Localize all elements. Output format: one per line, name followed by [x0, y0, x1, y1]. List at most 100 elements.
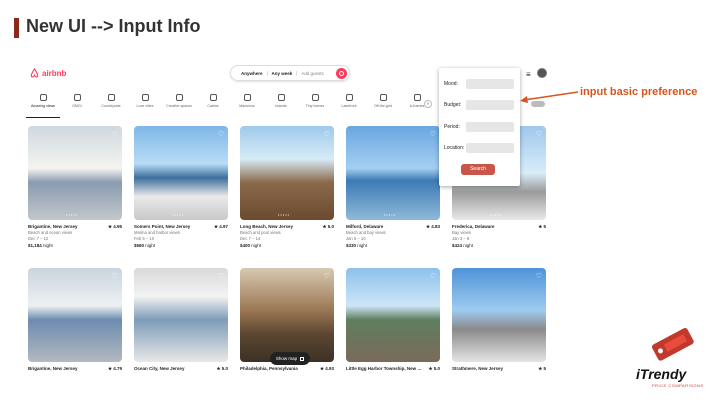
listing-rating: ★ 5.0: [428, 366, 440, 371]
heart-icon[interactable]: ♡: [218, 272, 224, 280]
listing-rating: ★ 5.0: [322, 224, 334, 229]
annotation-label: input basic preference: [580, 86, 698, 98]
mood-input[interactable]: [466, 79, 514, 89]
lakefront-icon: [345, 94, 353, 101]
listing-photo[interactable]: ♡: [28, 268, 122, 362]
title-accent-bar: [14, 18, 19, 38]
airbnb-logo[interactable]: airbnb: [30, 68, 66, 78]
heart-icon[interactable]: ♡: [324, 130, 330, 138]
listing-photo[interactable]: ♡ •••••: [134, 126, 228, 220]
listing-rating: ★ 5.0: [216, 366, 228, 371]
popup-search-button[interactable]: Search: [461, 164, 495, 175]
amazing-views-icon: [39, 94, 47, 101]
listing-card[interactable]: ♡ Ocean City, New Jersey ★ 5.0: [134, 268, 228, 372]
heart-icon[interactable]: ♡: [112, 130, 118, 138]
listing-price-unit: night: [357, 243, 368, 248]
carousel-dots: •••••: [490, 212, 503, 217]
mood-label: Mood:: [444, 81, 458, 87]
category-cabins[interactable]: Cabins: [196, 94, 230, 118]
listing-rating: ★ 5: [538, 366, 546, 371]
countryside-icon: [107, 94, 115, 101]
heart-icon[interactable]: ♡: [536, 272, 542, 280]
listing-photo[interactable]: ♡: [452, 268, 546, 362]
a-frames-icon: [413, 94, 421, 101]
listing-dates: Jan 5 – 10: [346, 236, 366, 241]
category-islands[interactable]: Islands: [264, 94, 298, 118]
itrendy-brand-name: iTrendy: [636, 366, 687, 382]
airbnb-logo-icon: [30, 68, 39, 78]
listing-photo[interactable]: ♡: [134, 268, 228, 362]
chevron-right-icon[interactable]: ›: [424, 100, 432, 108]
omg-icon: [73, 94, 81, 101]
listing-price-unit: night: [43, 243, 53, 248]
menu-icon[interactable]: ≡: [526, 70, 531, 79]
budget-label: Budget:: [444, 102, 462, 108]
show-map-button[interactable]: Show map: [270, 352, 310, 365]
annotation-arrow-icon: [520, 91, 579, 103]
category-creative-spaces[interactable]: Creative spaces: [162, 94, 196, 118]
airbnb-logo-text: airbnb: [42, 68, 67, 78]
category-amazing-views[interactable]: Amazing views: [26, 94, 60, 118]
category-lakefront[interactable]: Lakefront: [332, 94, 366, 118]
listing-dates: Dec 7 – 12: [28, 236, 49, 241]
listing-title: Ocean City, New Jersey: [134, 366, 185, 371]
listing-photo[interactable]: ♡ •••••: [346, 126, 440, 220]
location-input[interactable]: [466, 143, 514, 153]
slide-title: New UI --> Input Info: [26, 16, 201, 36]
heart-icon[interactable]: ♡: [430, 130, 436, 138]
listing-card[interactable]: ♡ Brigantine, New Jersey ★ 4.79: [28, 268, 122, 372]
listing-card[interactable]: ♡ Little Egg Harbor Township, New ... ★ 5…: [346, 268, 440, 372]
search-add-guests[interactable]: Add guests: [297, 71, 328, 76]
listing-card[interactable]: ♡ Strathmere, New Jersey ★ 5: [452, 268, 546, 372]
listing-photo[interactable]: ♡: [240, 268, 334, 362]
carousel-dots: •••••: [384, 212, 397, 217]
heart-icon[interactable]: ♡: [324, 272, 330, 280]
cabins-icon: [209, 94, 217, 101]
category-omg[interactable]: OMG!: [60, 94, 94, 118]
listing-photo[interactable]: ♡: [346, 268, 440, 362]
listing-title: Brigantine, New Jersey: [28, 366, 78, 371]
listing-price-unit: night: [463, 243, 474, 248]
heart-icon[interactable]: ♡: [430, 272, 436, 280]
listing-price: $400: [240, 243, 251, 248]
listing-photo[interactable]: ♡ •••••: [240, 126, 334, 220]
preference-popup: Mood: Budget: Period: Location: Search: [439, 68, 520, 186]
search-icon[interactable]: [336, 68, 347, 79]
heart-icon[interactable]: ♡: [218, 130, 224, 138]
listing-price-unit: night: [145, 243, 156, 248]
listing-card[interactable]: ♡ ••••• Milford, Delaware ★ 4.83 Beach and…: [346, 126, 440, 248]
listing-card[interactable]: ♡ ••••• Long Beach, New Jersey ★ 5.0 Beach…: [240, 126, 334, 248]
heart-icon[interactable]: ♡: [112, 272, 118, 280]
category-tiny-homes[interactable]: Tiny homes: [298, 94, 332, 118]
listing-price: $424: [452, 243, 463, 248]
heart-icon[interactable]: ♡: [536, 130, 542, 138]
category-off-the-grid[interactable]: Off-the-grid: [366, 94, 400, 118]
map-icon: [300, 356, 305, 361]
category-countryside[interactable]: Countryside: [94, 94, 128, 118]
listing-price: $560: [134, 243, 145, 248]
category-mansions[interactable]: Mansions: [230, 94, 264, 118]
search-any-week[interactable]: Any week: [268, 70, 298, 76]
listing-rating: ★ 4.93: [319, 366, 334, 371]
listing-photo[interactable]: ♡ •••••: [28, 126, 122, 220]
user-avatar-icon[interactable]: [537, 68, 547, 78]
listing-dates: Jan 3 – 8: [452, 236, 470, 241]
budget-input[interactable]: [466, 100, 514, 110]
tiny-homes-icon: [311, 94, 319, 101]
islands-icon: [277, 94, 285, 101]
carousel-dots: •••••: [66, 212, 79, 217]
period-input[interactable]: [466, 122, 514, 132]
listing-price: $1,184: [28, 243, 42, 248]
listing-card[interactable]: ♡ ••••• Brigantine, New Jersey ★ 4.95 Beac…: [28, 126, 122, 248]
listing-rating: ★ 4.83: [425, 224, 440, 229]
search-anywhere[interactable]: Anywhere: [237, 70, 268, 76]
location-label: Location:: [444, 145, 465, 151]
carousel-dots: •••••: [172, 212, 185, 217]
listing-card[interactable]: ♡ ••••• Somers Point, New Jersey ★ 4.97 Ma…: [134, 126, 228, 248]
search-bar[interactable]: Anywhere Any week Add guests: [230, 65, 350, 81]
category-luxe-cities[interactable]: Luxe cities: [128, 94, 162, 118]
carousel-dots: •••••: [278, 212, 291, 217]
period-label: Period:: [444, 124, 460, 130]
creative-spaces-icon: [175, 94, 183, 101]
listing-rating: ★ 5: [538, 224, 546, 229]
